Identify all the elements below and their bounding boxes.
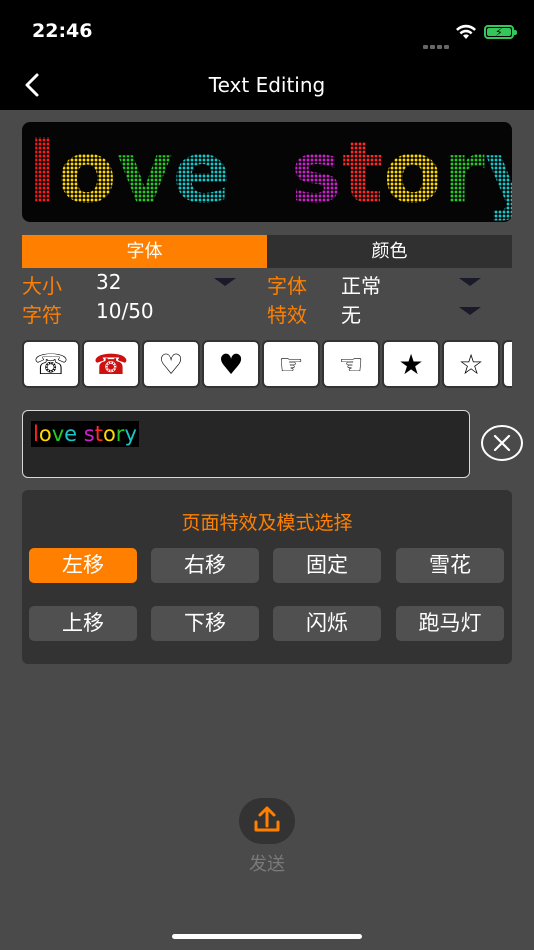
led-letter: t xyxy=(342,123,383,222)
input-letter: t xyxy=(94,422,103,446)
wifi-icon xyxy=(456,24,476,39)
led-letter: r xyxy=(442,123,485,222)
effect-move-up-button[interactable]: 上移 xyxy=(29,606,137,641)
size-value[interactable]: 32 xyxy=(96,270,121,294)
size-label: 大小 xyxy=(22,274,62,298)
led-letter: l xyxy=(28,123,57,222)
upload-icon xyxy=(254,806,280,832)
status-bar: 22:46 ⚡ xyxy=(0,0,534,60)
hand-pointing-left-icon[interactable]: ☜ xyxy=(322,340,380,388)
symbol-picker: ☏ ☎ ♡ ♥ ☞ ☜ ★ ☆ xyxy=(22,340,512,388)
effect-move-right-button[interactable]: 右移 xyxy=(151,548,259,583)
font-dropdown-arrow-icon[interactable] xyxy=(459,278,481,286)
font-value[interactable]: 正常 xyxy=(341,270,381,299)
home-indicator xyxy=(172,934,362,939)
cellular-signal-icon xyxy=(423,34,451,53)
star-outline-icon[interactable]: ☆ xyxy=(442,340,500,388)
battery-icon: ⚡ xyxy=(484,25,517,39)
status-time: 22:46 xyxy=(32,20,93,42)
led-preview-text: love story xyxy=(28,123,512,222)
chars-label: 字符 xyxy=(22,303,62,327)
input-letter xyxy=(77,422,84,446)
effect-fixed-button[interactable]: 固定 xyxy=(273,548,381,583)
effect-label: 特效 xyxy=(267,303,307,327)
telephone-outline-icon[interactable]: ☏ xyxy=(22,340,80,388)
star-icon[interactable]: ★ xyxy=(382,340,440,388)
text-input-content: love story xyxy=(31,421,139,447)
input-letter: s xyxy=(83,422,95,446)
led-preview-canvas: love story xyxy=(28,123,512,222)
chars-value: 10/50 xyxy=(96,299,154,323)
symbol-more[interactable] xyxy=(502,340,512,388)
input-letter: e xyxy=(64,422,78,446)
heart-icon[interactable]: ♥ xyxy=(202,340,260,388)
effects-title: 页面特效及模式选择 xyxy=(181,512,353,534)
settings-tabs: 字体 颜色 xyxy=(22,235,512,268)
led-letter: o xyxy=(383,123,442,222)
page-title: Text Editing xyxy=(208,73,326,97)
input-letter: o xyxy=(102,422,116,446)
led-letter: e xyxy=(173,123,231,222)
tab-color[interactable]: 颜色 xyxy=(267,235,512,268)
navigation-bar: Text Editing xyxy=(0,60,534,110)
led-letter xyxy=(231,123,291,222)
effects-panel: 页面特效及模式选择 左移 右移 固定 雪花 上移 下移 闪烁 跑马灯 xyxy=(22,490,512,664)
heart-outline-icon[interactable]: ♡ xyxy=(142,340,200,388)
send-label: 发送 xyxy=(249,854,285,875)
text-input[interactable]: love story xyxy=(22,410,470,478)
led-letter: o xyxy=(57,123,116,222)
led-preview: love story xyxy=(22,122,512,222)
effect-blink-button[interactable]: 闪烁 xyxy=(273,606,381,641)
input-letter: o xyxy=(38,422,52,446)
effect-value[interactable]: 无 xyxy=(341,299,361,328)
effect-move-down-button[interactable]: 下移 xyxy=(151,606,259,641)
send-button[interactable] xyxy=(239,798,295,844)
size-dropdown-arrow-icon[interactable] xyxy=(214,278,236,286)
tab-font[interactable]: 字体 xyxy=(22,235,267,268)
effect-snow-button[interactable]: 雪花 xyxy=(396,548,504,583)
input-letter: v xyxy=(51,422,65,446)
effect-move-left-button[interactable]: 左移 xyxy=(29,548,137,583)
led-letter: s xyxy=(291,123,342,222)
effect-dropdown-arrow-icon[interactable] xyxy=(459,307,481,315)
hand-pointing-right-icon[interactable]: ☞ xyxy=(262,340,320,388)
effect-marquee-button[interactable]: 跑马灯 xyxy=(396,606,504,641)
font-label: 字体 xyxy=(267,274,307,298)
telephone-icon[interactable]: ☎ xyxy=(82,340,140,388)
clear-text-icon[interactable] xyxy=(480,424,524,462)
input-letter: y xyxy=(124,422,137,446)
led-letter: y xyxy=(485,123,512,222)
led-letter: v xyxy=(117,123,173,222)
